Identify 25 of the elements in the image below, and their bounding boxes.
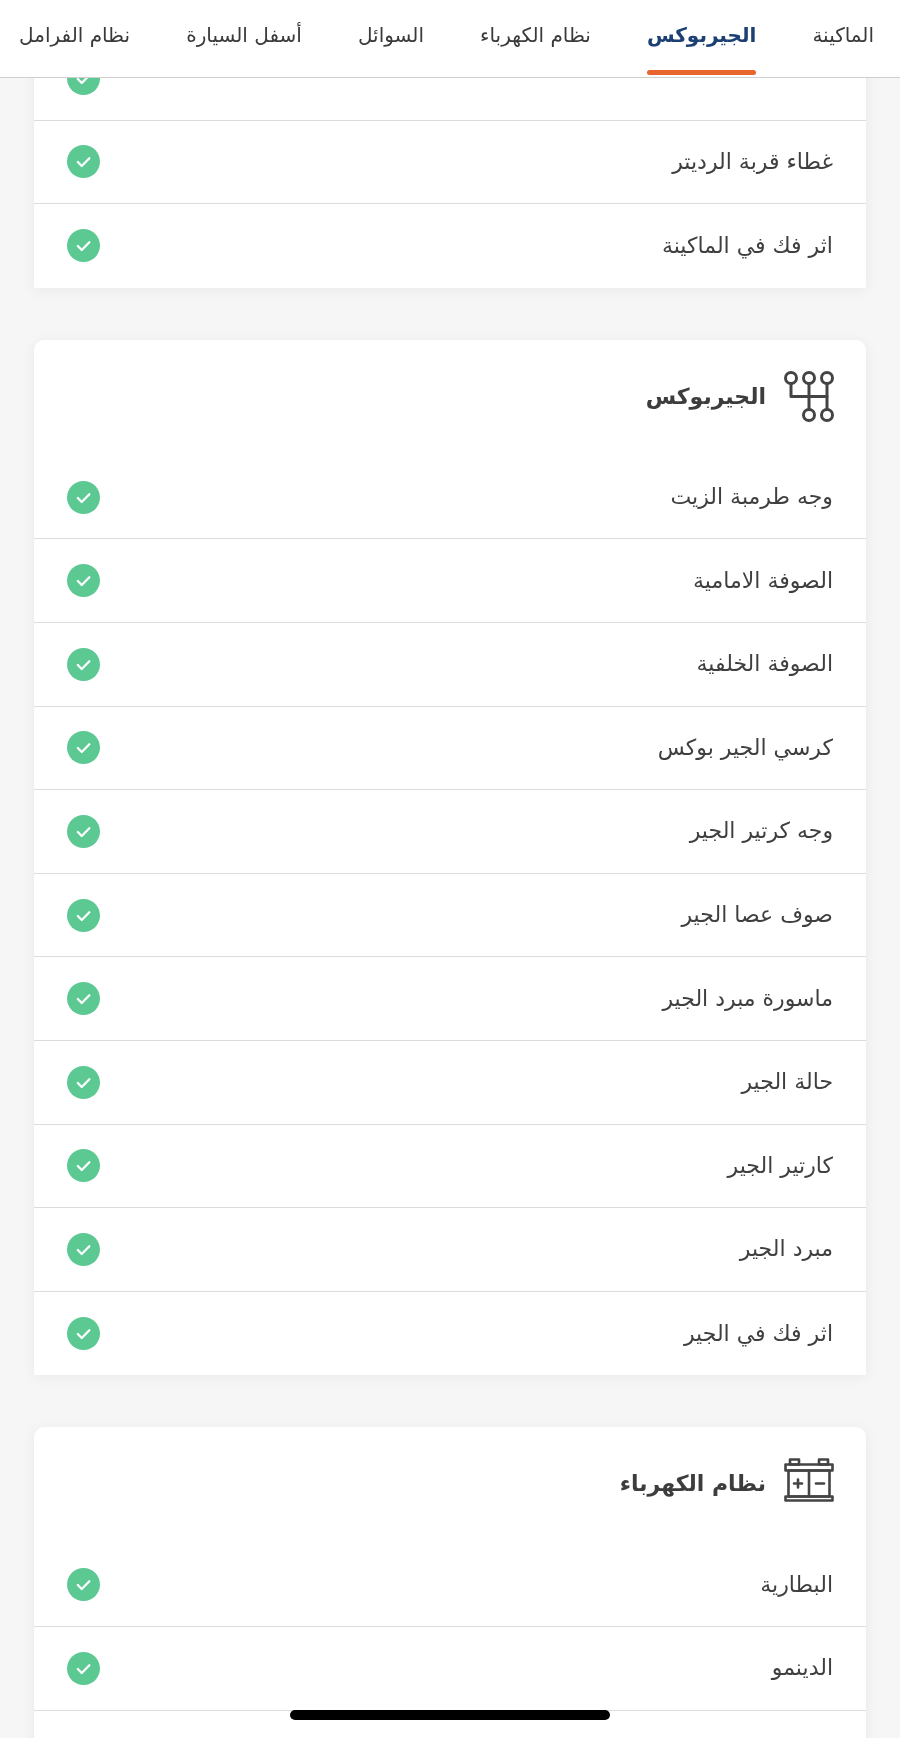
item-label: حالة الجير xyxy=(741,1068,833,1097)
tab[interactable]: نظام الكهرباء xyxy=(471,0,600,77)
section-title: الجيربوكس xyxy=(645,382,766,412)
item-label: الصوفة الخلفية xyxy=(696,650,833,679)
item-label: الدينمو xyxy=(771,1654,833,1683)
tab[interactable]: نظام الفرامل xyxy=(10,0,140,77)
tab[interactable]: الماكينة xyxy=(803,0,883,77)
item-label: مبرد الجير xyxy=(739,1235,833,1264)
tab[interactable]: أسفل السيارة xyxy=(177,0,311,77)
tab[interactable]: السوائل xyxy=(348,0,433,77)
item-label: صوف عصا الجير xyxy=(681,901,833,930)
item-label: اثر فك في الماكينة xyxy=(661,232,833,261)
item-label: اثر فك في الجير xyxy=(683,1319,833,1349)
item-label: كرسي الجير بوكس xyxy=(657,733,833,763)
item-label: ماسورة مبرد الجير xyxy=(662,984,833,1013)
gear-shift-icon xyxy=(784,370,834,422)
battery-icon xyxy=(784,1458,834,1503)
item-label: غطاء قربة الرديتر xyxy=(672,147,833,176)
section-title: نظام الكهرباء xyxy=(619,1470,766,1499)
item-label: الصوفة الامامية xyxy=(693,566,833,595)
item-label: كارتير الجير xyxy=(727,1151,833,1180)
item-label: وجه كرتير الجير xyxy=(689,817,833,846)
item-label: البطارية xyxy=(760,1570,833,1599)
item-label: وجه طرمبة الزيت xyxy=(670,483,833,512)
tab[interactable]: الجيربوكس xyxy=(637,0,766,77)
